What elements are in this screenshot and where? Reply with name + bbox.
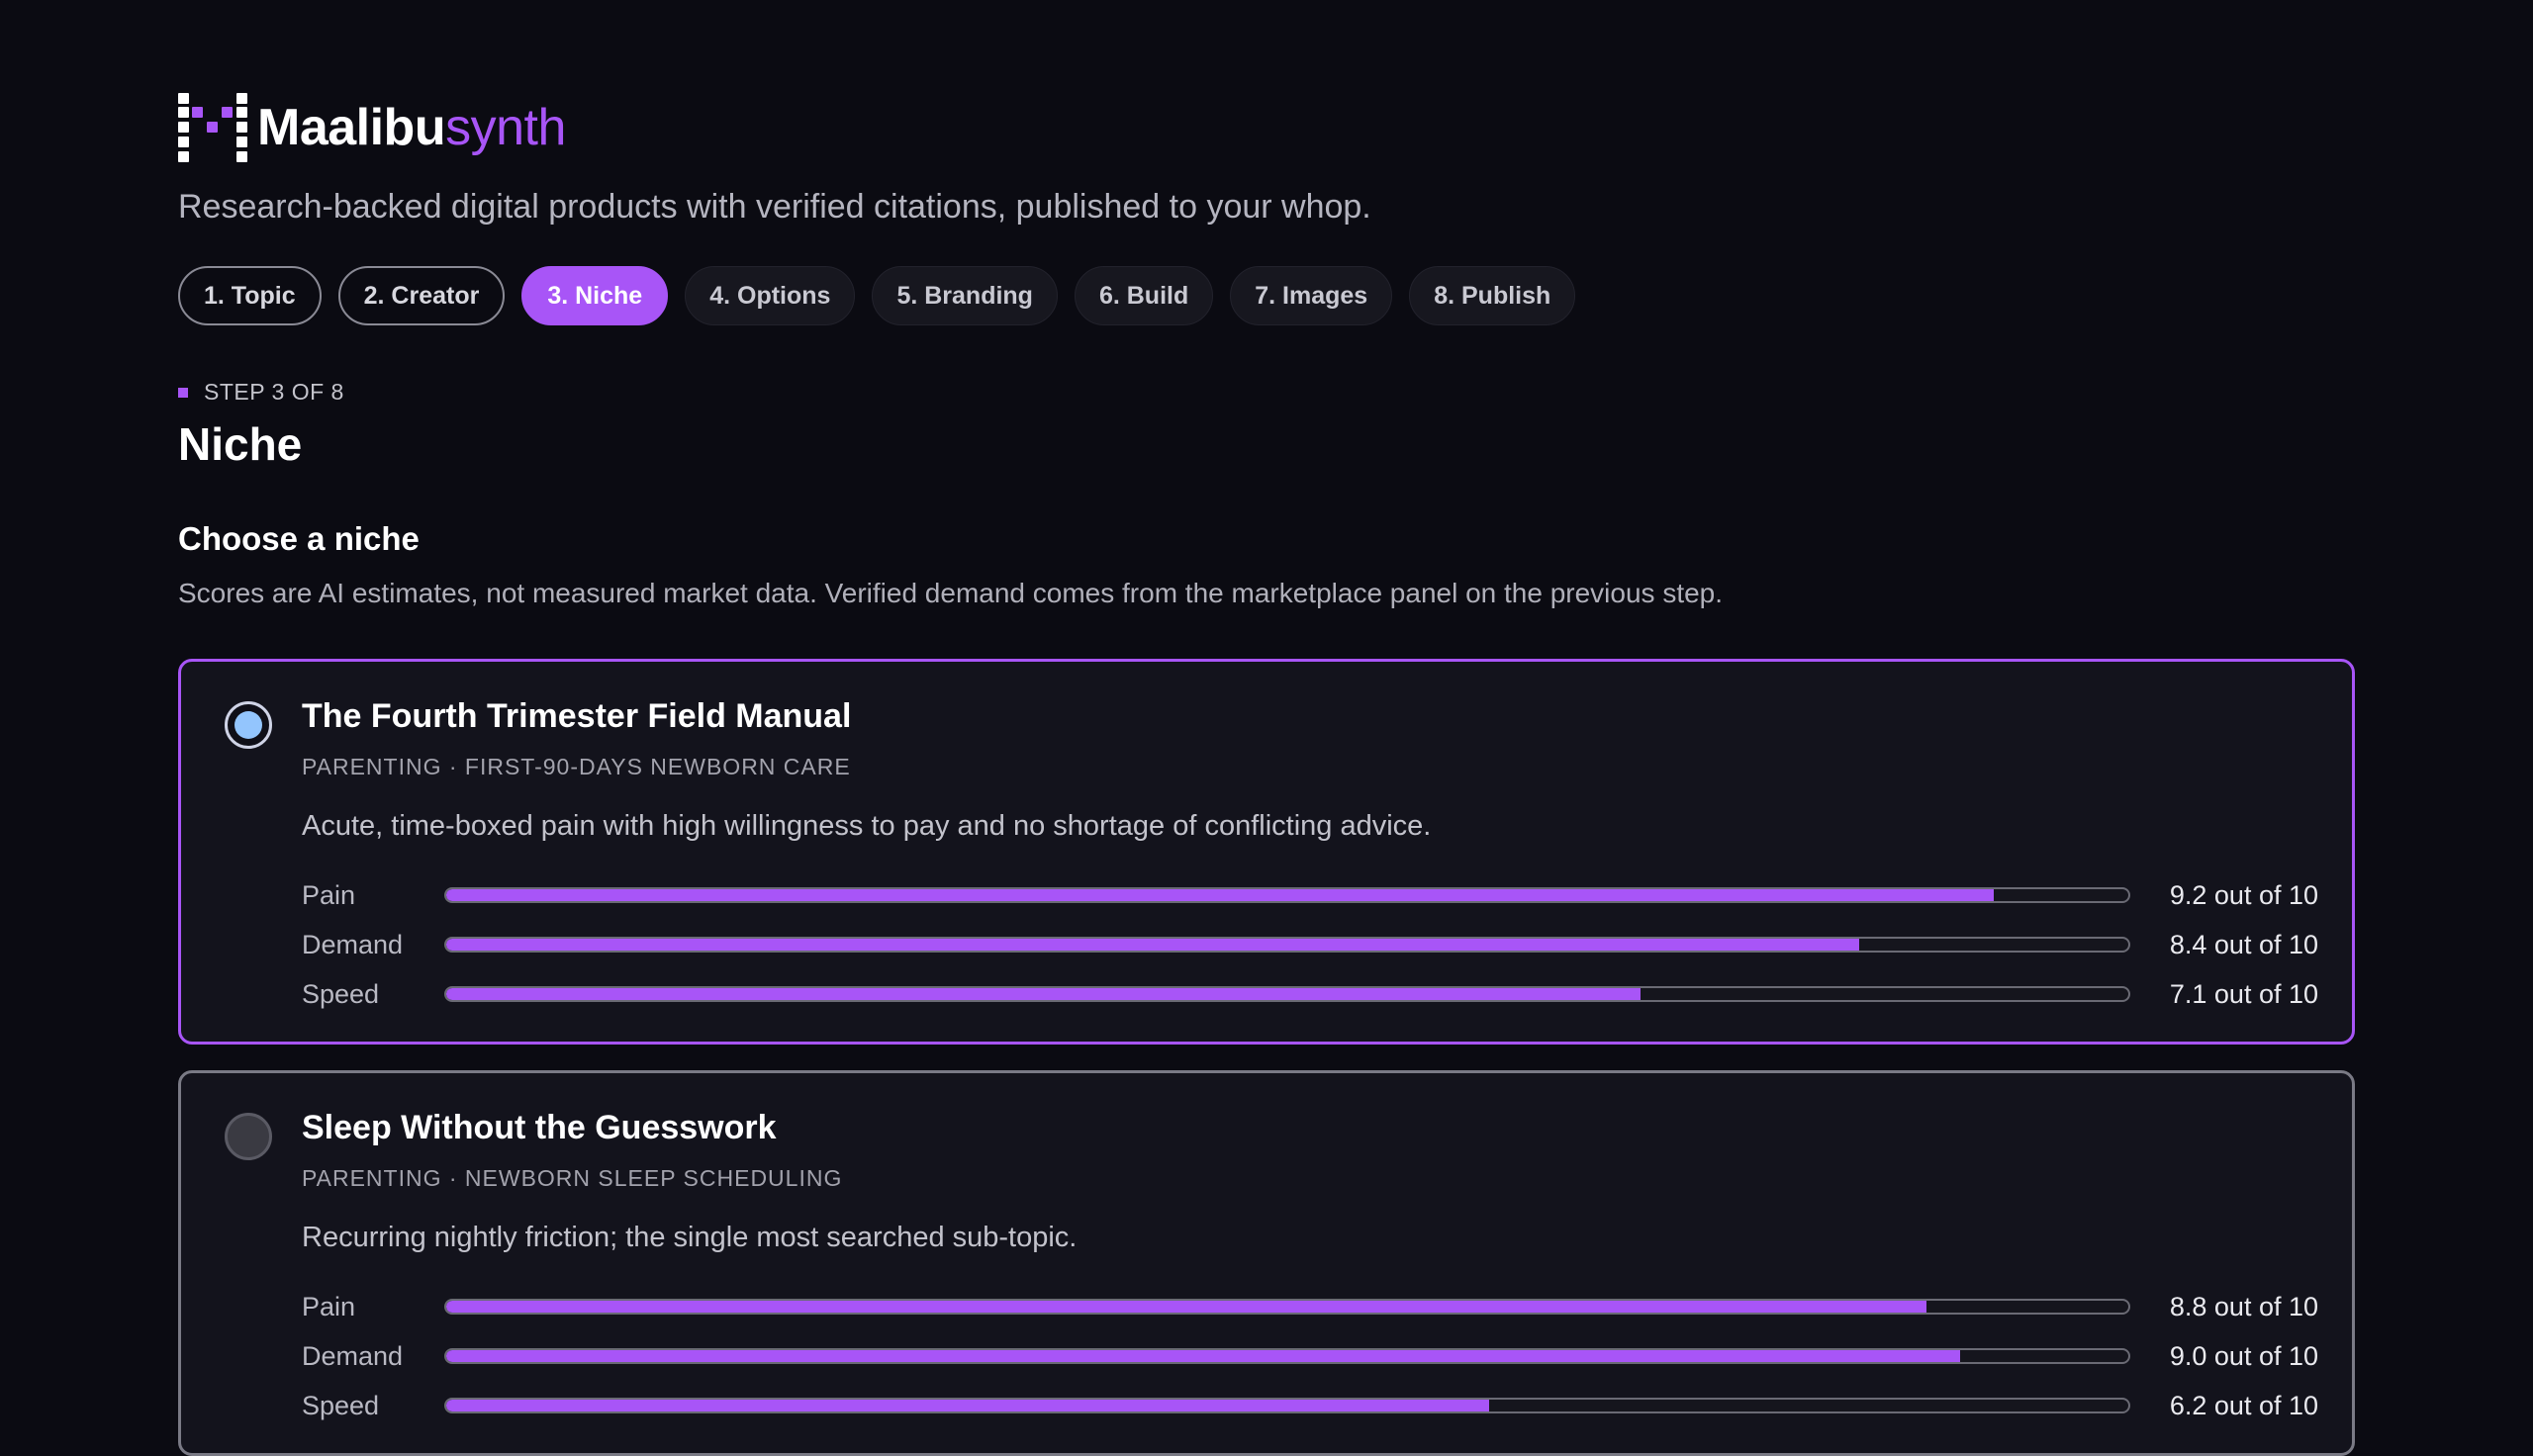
score-bar-fill (446, 1301, 1926, 1313)
score-bar (444, 1398, 2130, 1413)
score-label: Speed (302, 1390, 380, 1420)
score-row-pain: Pain 8.8 out of 10 (302, 1282, 2318, 1331)
brand-name-accent: synth (445, 99, 566, 156)
radio-selected-icon[interactable] (225, 701, 272, 749)
score-value: 6.2 out of 10 (2169, 1390, 2318, 1420)
score-bar-fill (446, 1350, 1960, 1362)
score-row-speed: Speed 7.1 out of 10 (302, 969, 2318, 1019)
tab-publish[interactable]: 8. Publish (1409, 266, 1576, 325)
score-bar (444, 1348, 2130, 1364)
niche-card[interactable]: Sleep Without the Guesswork PARENTING · … (178, 1070, 2355, 1456)
tab-topic[interactable]: 1. Topic (178, 266, 322, 325)
page-title: Niche (178, 418, 303, 470)
niche-description: Recurring nightly friction; the single m… (302, 1222, 1078, 1253)
score-bar-fill (446, 988, 1641, 1000)
niche-category: PARENTING · NEWBORN SLEEP SCHEDULING (302, 1165, 843, 1191)
niche-description: Acute, time-boxed pain with high willing… (302, 810, 1432, 842)
niche-title: The Fourth Trimester Field Manual (302, 697, 852, 735)
score-bar (444, 986, 2130, 1002)
tab-branding[interactable]: 5. Branding (872, 266, 1058, 325)
logo-icon (178, 93, 247, 162)
niche-scores: Pain 9.2 out of 10 Demand 8.4 out of 10 … (302, 870, 2318, 1019)
tab-niche[interactable]: 3. Niche (521, 266, 669, 325)
tab-options[interactable]: 4. Options (685, 266, 856, 325)
tab-creator[interactable]: 2. Creator (337, 266, 506, 325)
score-bar-fill (446, 889, 1994, 901)
section-title: Choose a niche (178, 520, 420, 557)
niche-title: Sleep Without the Guesswork (302, 1109, 777, 1146)
niche-category: PARENTING · FIRST-90-DAYS NEWBORN CARE (302, 754, 851, 779)
score-bar-fill (446, 939, 1859, 951)
brand-name-primary: Maalibu (257, 99, 446, 156)
score-bar (444, 1299, 2130, 1315)
tagline: Research-backed digital products with ve… (178, 188, 1371, 226)
score-row-pain: Pain 9.2 out of 10 (302, 870, 2318, 920)
section-note: Scores are AI estimates, not measured ma… (178, 578, 1724, 608)
niche-scores: Pain 8.8 out of 10 Demand 9.0 out of 10 … (302, 1282, 2318, 1430)
step-indicator: STEP 3 OF 8 (178, 379, 2355, 406)
score-label: Pain (302, 1291, 356, 1321)
score-label: Pain (302, 879, 356, 910)
score-row-speed: Speed 6.2 out of 10 (302, 1381, 2318, 1430)
brand: Maalibusynth (178, 93, 2355, 162)
score-label: Demand (302, 1340, 404, 1371)
score-row-demand: Demand 9.0 out of 10 (302, 1331, 2318, 1381)
step-tabs: 1. Topic 2. Creator 3. Niche 4. Options … (178, 266, 2355, 325)
app-page: Maalibusynth Research-backed digital pro… (178, 93, 2355, 1456)
score-value: 9.2 out of 10 (2169, 879, 2318, 910)
score-value: 8.4 out of 10 (2169, 929, 2318, 959)
step-label: STEP 3 OF 8 (204, 379, 344, 405)
score-value: 8.8 out of 10 (2169, 1291, 2318, 1321)
score-bar (444, 887, 2130, 903)
score-label: Speed (302, 978, 380, 1009)
tab-build[interactable]: 6. Build (1074, 266, 1214, 325)
score-row-demand: Demand 8.4 out of 10 (302, 920, 2318, 969)
brand-name: Maalibusynth (257, 102, 566, 153)
tab-images[interactable]: 7. Images (1230, 266, 1393, 325)
score-bar (444, 937, 2130, 953)
score-value: 7.1 out of 10 (2169, 978, 2318, 1009)
radio-unselected-icon[interactable] (225, 1113, 272, 1160)
score-bar-fill (446, 1400, 1489, 1411)
niche-list: The Fourth Trimester Field Manual PARENT… (178, 659, 2355, 1456)
score-value: 9.0 out of 10 (2169, 1340, 2318, 1371)
score-label: Demand (302, 929, 404, 959)
niche-card[interactable]: The Fourth Trimester Field Manual PARENT… (178, 659, 2355, 1045)
step-dot-icon (178, 387, 188, 398)
